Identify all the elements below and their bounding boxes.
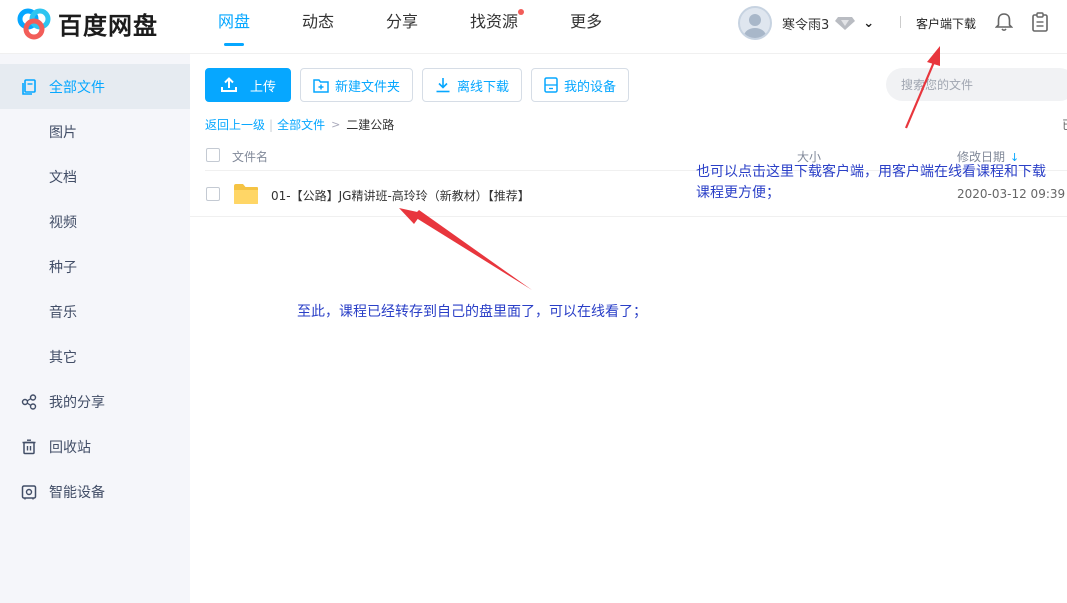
avatar[interactable] [738,6,772,40]
truncated-edge-text: 已 [1062,116,1067,133]
new-folder-icon [313,78,329,93]
notification-dot [518,9,525,15]
sidebar-item-label: 全部文件 [49,79,105,96]
offline-download-button[interactable]: 离线下载 [422,68,523,102]
sidebar-item-documents[interactable]: 文档 [0,154,190,199]
annotation-saved-tip: 至此，课程已经转存到自己的盘里面了，可以在线看了； [297,304,647,320]
sidebar-item-label: 音乐 [49,304,77,321]
select-all-checkbox[interactable] [206,148,220,162]
sidebar-item-smart-devices[interactable]: 智能设备 [0,469,190,514]
nav-find-resources-label: 找资源 [470,12,519,31]
sidebar-item-images[interactable]: 图片 [0,109,190,154]
upload-icon [220,77,238,93]
sidebar-item-label: 智能设备 [49,484,105,501]
sidebar-item-label: 视频 [49,214,77,231]
download-icon [435,77,451,93]
sidebar-item-other[interactable]: 其它 [0,334,190,379]
sidebar-item-videos[interactable]: 视频 [0,199,190,244]
back-link[interactable]: 返回上一级 [205,116,265,133]
nav-activity[interactable]: 动态 [302,0,334,54]
baidu-netdisk-logo-icon [17,8,51,39]
breadcrumb-separator-icon: > [331,118,341,131]
sidebar: 全部文件 图片 文档 视频 种子 音乐 其它 我的分享 回收站 智能设备 [0,54,190,603]
sidebar-item-label: 其它 [49,349,77,366]
sidebar-item-recycle-bin[interactable]: 回收站 [0,424,190,469]
nav-more[interactable]: 更多 [570,0,602,54]
sidebar-item-label: 图片 [49,124,77,141]
share-icon [21,393,37,410]
new-folder-label: 新建文件夹 [335,79,401,95]
my-devices-label: 我的设备 [564,79,617,95]
search-input[interactable] [886,68,1067,101]
breadcrumb-all-files[interactable]: 全部文件 [277,116,325,133]
sidebar-item-music[interactable]: 音乐 [0,289,190,334]
sidebar-item-label: 我的分享 [49,394,105,411]
my-devices-button[interactable]: 我的设备 [531,68,630,102]
breadcrumb-divider: | [269,117,274,132]
annotation-client-tip: 也可以点击这里下载客户端，用客户端在线看课程和下载课程更方便； [696,164,1046,201]
breadcrumb: 返回上一级 | 全部文件 > 二建公路 [205,116,394,133]
sidebar-item-torrents[interactable]: 种子 [0,244,190,289]
sidebar-item-label: 回收站 [49,439,91,456]
main-nav: 网盘 动态 分享 找资源 更多 [218,0,654,54]
folder-icon [234,184,258,204]
clipboard-icon[interactable] [1031,12,1049,32]
files-icon [21,78,37,95]
upload-label: 上传 [250,79,277,95]
nav-netdisk[interactable]: 网盘 [218,0,250,54]
device-icon [21,484,37,500]
trash-icon [21,439,37,455]
bell-icon[interactable] [995,12,1013,32]
file-name[interactable]: 01-【公路】JG精讲班-高玲玲（新教材）【推荐】 [271,187,530,204]
header-divider [900,16,901,28]
arrow-to-folder [399,208,532,290]
breadcrumb-current: 二建公路 [346,118,395,132]
client-download-link[interactable]: 客户端下载 [916,15,976,32]
sidebar-item-all-files[interactable]: 全部文件 [0,64,190,109]
nav-share[interactable]: 分享 [386,0,418,54]
chevron-down-icon[interactable]: ⌄ [863,16,874,31]
top-bar: 百度网盘 网盘 动态 分享 找资源 更多 寒令雨3 ⌄ 客户端下载 [0,0,1067,54]
logo[interactable]: 百度网盘 [16,6,158,41]
nav-find-resources[interactable]: 找资源 [470,0,525,54]
toolbar: 上传 新建文件夹 离线下载 我的设备 [205,68,638,102]
sidebar-item-label: 种子 [49,259,77,276]
row-checkbox[interactable] [206,187,220,201]
sidebar-item-my-shares[interactable]: 我的分享 [0,379,190,424]
logo-text: 百度网盘 [58,12,158,40]
upload-button[interactable]: 上传 [205,68,291,102]
device-icon [544,77,558,93]
user-menu[interactable]: 寒令雨3 ⌄ [738,6,874,40]
username[interactable]: 寒令雨3 [782,14,829,33]
vip-diamond-icon [835,17,856,30]
offline-download-label: 离线下载 [457,79,510,95]
new-folder-button[interactable]: 新建文件夹 [300,68,414,102]
column-name[interactable]: 文件名 [232,148,268,165]
sidebar-item-label: 文档 [49,169,77,186]
